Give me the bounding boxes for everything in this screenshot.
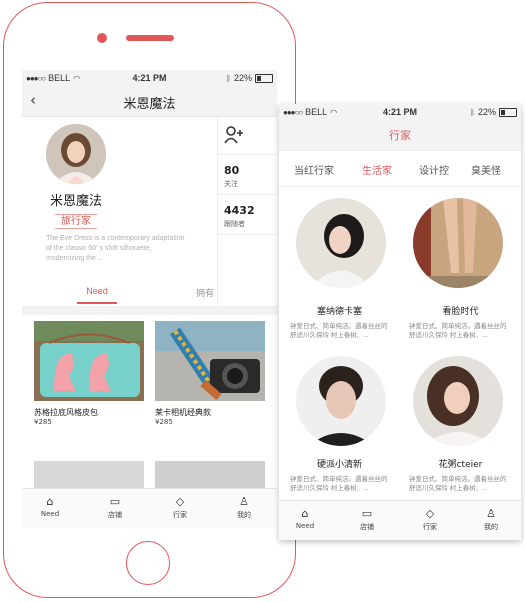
home-icon: ⌂ xyxy=(301,507,309,520)
expert-card-2[interactable]: 看脸时代 钟爱日式、简单纯洁。遇着丝丝的舒适川久保玲 村上春树、... xyxy=(400,190,521,350)
product-price: ¥285 xyxy=(155,418,173,426)
profile-card: 米恩魔法 旅行家 The Eve Dress is a contemporary… xyxy=(22,116,217,304)
expert-description: 钟爱日式、简单纯洁。遇着丝丝的舒适川久保玲 村上春树、... xyxy=(409,323,507,339)
product-name: 苏格拉底风格皮包 xyxy=(34,408,98,417)
expert-name: 看脸时代 xyxy=(442,307,479,317)
tab-label: 店铺 xyxy=(360,523,374,531)
product-name: 莱卡相机经典款 xyxy=(155,408,211,417)
expert-card-1[interactable]: 塞纳德卡塞 钟爱日式、简单纯洁。遇着丝丝的舒适川久保玲 村上春树、... xyxy=(279,190,400,350)
segment-need[interactable]: Need xyxy=(77,286,117,296)
bluetooth-icon: ᛒ xyxy=(470,107,475,117)
tab-store[interactable]: ▭ 店铺 xyxy=(349,508,385,532)
segment-control: Need 拥有 xyxy=(22,280,277,307)
tab-label: 行家 xyxy=(423,523,437,531)
tab-label: 我的 xyxy=(484,523,498,531)
expert-description: 钟爱日式、简单纯洁。遇着丝丝的舒适川久保玲 村上春树、... xyxy=(290,323,388,339)
category-tab-active[interactable]: 生活家 xyxy=(362,162,392,177)
followers-stat[interactable]: 4432 跟随者 xyxy=(218,194,277,235)
expert-description: 钟爱日式、简单纯洁。遇着丝丝的舒适川久保玲 村上春树、... xyxy=(409,476,507,492)
tab-label: Need xyxy=(40,510,60,518)
following-stat[interactable]: 80 关注 xyxy=(218,154,277,195)
tab-experts[interactable]: ◇ 行家 xyxy=(412,508,448,532)
segment-indicator xyxy=(77,302,117,304)
tab-mine[interactable]: ♙ 我的 xyxy=(473,508,509,532)
avatar[interactable] xyxy=(46,124,106,184)
category-tab[interactable]: 当红行家 xyxy=(294,162,334,177)
tag-icon: ◇ xyxy=(175,495,185,508)
speaker-slot xyxy=(126,35,174,41)
battery-icon xyxy=(255,73,273,83)
profile-tag: 旅行家 xyxy=(55,214,97,229)
product-image-bag xyxy=(34,321,144,401)
category-tab[interactable]: 设计控 xyxy=(419,162,449,177)
page-title: 行家 xyxy=(389,129,411,142)
followers-count: 4432 xyxy=(224,204,255,217)
tag-icon: ◇ xyxy=(425,507,435,520)
status-bar: ●●●○○ BELL ◠ 4:21 PM ᛒ 22% xyxy=(279,104,521,120)
tab-mine[interactable]: ♙ 我的 xyxy=(226,496,262,520)
status-bar: ●●●○○ BELL ◠ 4:21 PM ᛒ 22% xyxy=(22,70,277,86)
tab-need[interactable]: ⌂ Need xyxy=(32,495,68,519)
expert-description: 钟爱日式、简单纯洁。遇着丝丝的舒适川久保玲 村上春树、... xyxy=(290,476,388,492)
follow-button[interactable] xyxy=(218,116,277,155)
tab-label: 我的 xyxy=(237,511,251,519)
following-label: 关注 xyxy=(224,180,238,188)
battery-percent: 22% xyxy=(477,107,496,117)
expert-card-3[interactable]: 硬派小清新 钟爱日式、简单纯洁。遇着丝丝的舒适川久保玲 村上春树、... xyxy=(279,350,400,500)
expert-avatar xyxy=(413,198,503,288)
store-icon: ▭ xyxy=(109,495,121,508)
tab-bar: ⌂ Need ▭ 店铺 ◇ 行家 ♙ 我的 xyxy=(22,488,277,528)
tab-label: 店铺 xyxy=(108,511,122,519)
product-card-3[interactable] xyxy=(34,461,144,491)
expert-name: 塞纳德卡塞 xyxy=(316,307,362,317)
expert-name: 硬派小清新 xyxy=(316,460,362,470)
section-divider xyxy=(22,307,277,315)
battery-percent: 22% xyxy=(233,73,252,83)
expert-avatar xyxy=(296,198,386,288)
expert-avatar xyxy=(413,356,503,446)
expert-name: 花粥cteier xyxy=(438,460,483,470)
tab-label: Need xyxy=(295,522,315,530)
profile-name: 米恩魔法 xyxy=(49,194,102,209)
expert-card-4[interactable]: 花粥cteier 钟爱日式、简单纯洁。遇着丝丝的舒适川久保玲 村上春树、... xyxy=(400,350,521,500)
tab-store[interactable]: ▭ 店铺 xyxy=(97,496,133,520)
tab-experts[interactable]: ◇ 行家 xyxy=(162,496,198,520)
category-tab[interactable]: 臭美怪 xyxy=(471,162,501,177)
stats-panel: 80 关注 4432 跟随者 xyxy=(217,116,277,306)
tab-label: 行家 xyxy=(173,511,187,519)
expert-avatar xyxy=(296,356,386,446)
followers-label: 跟随者 xyxy=(224,220,245,228)
avatar-photo xyxy=(46,124,106,184)
product-price: ¥285 xyxy=(34,418,52,426)
product-card-1[interactable]: 苏格拉底风格皮包 ¥285 xyxy=(34,321,144,433)
bluetooth-icon: ᛒ xyxy=(226,73,231,83)
segment-own[interactable]: 拥有 xyxy=(190,286,220,299)
product-image-camera xyxy=(155,321,265,401)
tab-bar: ⌂ Need ▭ 店铺 ◇ 行家 ♙ 我的 xyxy=(279,500,521,540)
profile-screen: ●●●○○ BELL ◠ 4:21 PM ᛒ 22% ‹ 米恩魔法 米恩魔法 旅行家 … xyxy=(22,70,277,528)
user-icon: ♙ xyxy=(239,495,249,508)
experts-screen: ●●●○○ BELL ◠ 4:21 PM ᛒ 22% 行家 当红行家 生活家 设计控 … xyxy=(279,104,521,540)
category-tabs: 当红行家 生活家 设计控 臭美怪 xyxy=(279,150,521,187)
user-icon: ♙ xyxy=(486,507,496,520)
add-user-icon xyxy=(224,126,243,144)
nav-bar: 行家 xyxy=(279,120,521,151)
profile-description: The Eve Dress is a contemporary adaptati… xyxy=(46,235,185,262)
following-count: 80 xyxy=(224,164,240,177)
product-card-4[interactable] xyxy=(155,461,265,491)
nav-bar: ‹ 米恩魔法 xyxy=(22,86,277,117)
camera-dot xyxy=(97,33,107,43)
store-icon: ▭ xyxy=(361,507,373,520)
product-card-2[interactable]: 莱卡相机经典款 ¥285 xyxy=(155,321,265,433)
home-icon: ⌂ xyxy=(46,495,54,508)
tab-need[interactable]: ⌂ Need xyxy=(287,507,323,531)
page-title: 米恩魔法 xyxy=(123,97,176,112)
battery-icon xyxy=(499,107,517,117)
home-button[interactable] xyxy=(126,541,170,585)
